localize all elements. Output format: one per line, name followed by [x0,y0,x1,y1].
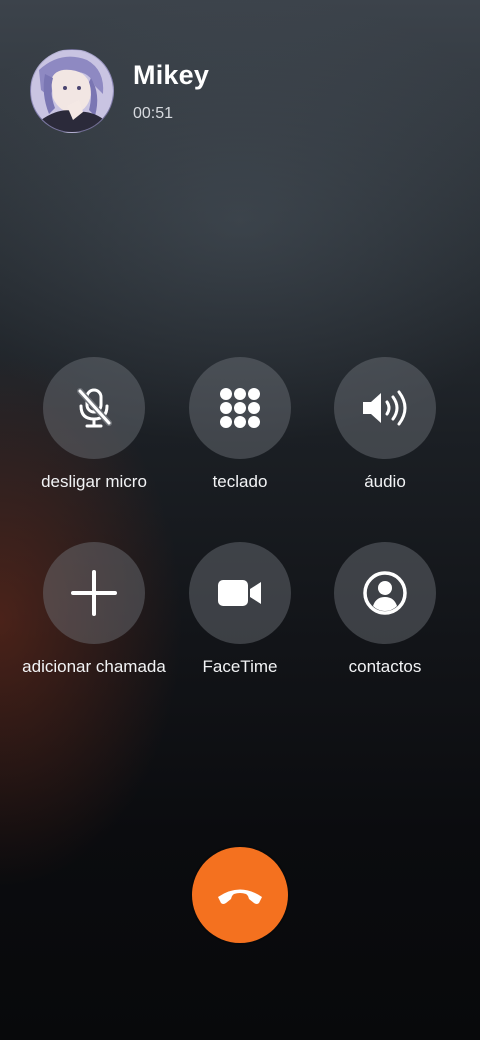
keypad-control: teclado [165,357,315,497]
add-call-control: adicionar chamada [19,542,169,682]
avatar-illustration [31,50,113,132]
contacts-label: contactos [348,657,422,676]
audio-control: áudio [310,357,460,497]
phone-hangup-icon [218,889,262,904]
caller-avatar [30,49,114,133]
person-circle-icon [363,571,407,615]
contacts-control: contactos [310,542,460,682]
add-call-button[interactable] [43,542,145,644]
keypad-button[interactable] [189,357,291,459]
contacts-button[interactable] [334,542,436,644]
facetime-button[interactable] [189,542,291,644]
in-call-screen: Mikey 00:51 desligar micro teclado áudio… [0,0,480,1040]
video-camera-icon [218,580,261,606]
keypad-icon [220,388,260,428]
audio-button[interactable] [334,357,436,459]
speaker-icon [363,390,407,426]
keypad-label: teclado [212,472,268,491]
caller-name: Mikey [133,60,210,90]
end-call-button[interactable] [192,847,288,943]
mic-off-icon [77,388,112,428]
facetime-control: FaceTime [165,542,315,682]
mute-button[interactable] [43,357,145,459]
facetime-label: FaceTime [202,657,278,676]
call-duration: 00:51 [133,105,174,122]
mute-control: desligar micro [19,357,169,497]
add-call-label: adicionar chamada [22,657,166,676]
plus-icon [71,570,117,616]
audio-label: áudio [364,472,406,491]
mute-label: desligar micro [41,472,147,491]
